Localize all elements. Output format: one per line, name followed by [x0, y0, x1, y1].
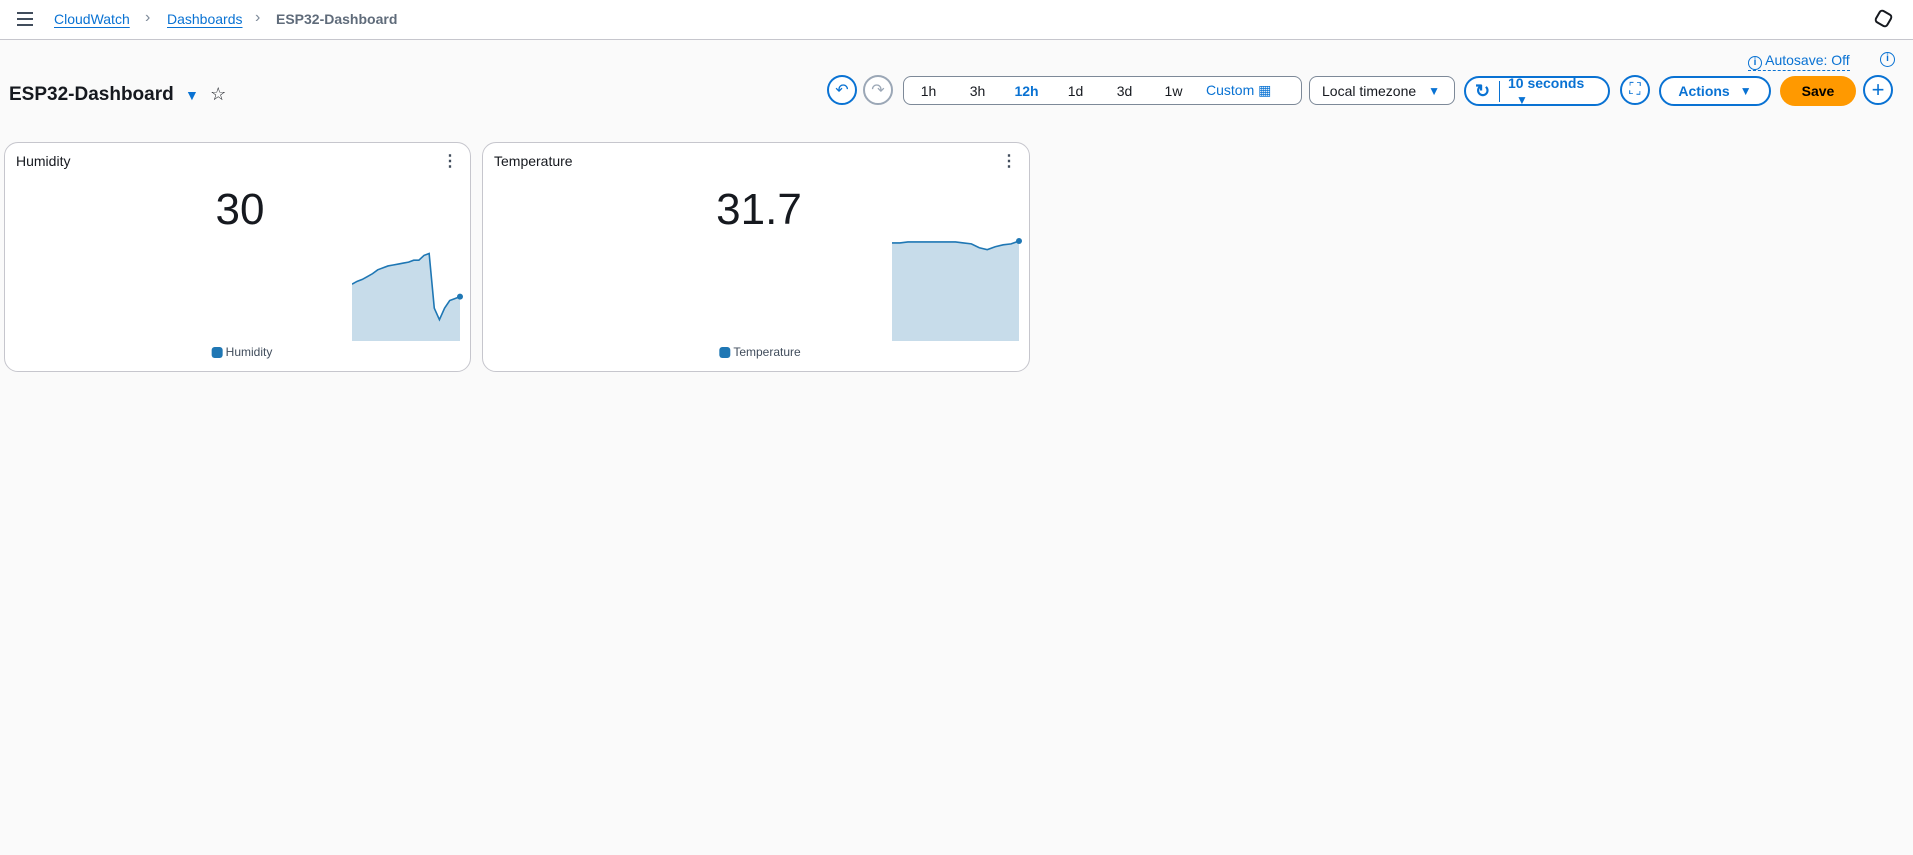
breadcrumb-cloudwatch[interactable]: CloudWatch [54, 11, 130, 27]
more-options-icon[interactable]: ⋮ [1001, 151, 1017, 171]
info-icon[interactable]: i [1880, 52, 1895, 67]
star-icon[interactable]: ☆ [210, 84, 226, 104]
top-navigation: CloudWatch › Dashboards › ESP32-Dashboar… [0, 0, 1913, 40]
calendar-icon: ▦ [1258, 82, 1272, 98]
more-options-icon[interactable]: ⋮ [442, 151, 458, 171]
range-3d[interactable]: 3d [1100, 83, 1149, 99]
page-title: ESP32-Dashboard ▼ ☆ [9, 84, 226, 106]
caret-down-icon: ▼ [1739, 84, 1752, 98]
autosave-label: Autosave: Off [1765, 52, 1850, 68]
refresh-interval-select[interactable]: 10 seconds ▼ [1500, 75, 1608, 107]
widget-title: Temperature [494, 153, 573, 169]
sparkline-area [892, 241, 1019, 341]
range-custom[interactable]: Custom ▦ [1198, 82, 1271, 99]
info-icon: i [1748, 56, 1762, 70]
redo-button[interactable]: ↷ [863, 75, 893, 105]
legend-item[interactable]: Humidity [211, 345, 273, 359]
widget-value: 31.7 [716, 185, 802, 234]
timezone-label: Local timezone [1322, 82, 1417, 99]
autosave-toggle[interactable]: i Autosave: Off [1748, 52, 1850, 71]
chevron-right-icon: › [255, 9, 261, 26]
widget-humidity: Humidity ⋮ 30 Humidity [4, 142, 471, 372]
breadcrumb-current: ESP32-Dashboard [276, 11, 398, 27]
actions-button[interactable]: Actions ▼ [1659, 76, 1771, 106]
caret-down-icon[interactable]: ▼ [185, 87, 199, 103]
breadcrumb-link[interactable]: CloudWatch [54, 11, 130, 27]
menu-icon[interactable] [17, 12, 33, 26]
sparkline-temperature [892, 238, 1022, 341]
legend-swatch [719, 346, 731, 358]
legend-swatch [211, 346, 223, 358]
sparkline-area [352, 253, 460, 341]
range-12h[interactable]: 12h [1002, 83, 1051, 99]
legend-label: Temperature [733, 345, 801, 359]
caret-down-icon: ▼ [1515, 93, 1528, 107]
refresh-icon[interactable]: ↻ [1466, 80, 1500, 102]
fullscreen-button[interactable]: ⛶ [1620, 75, 1650, 105]
range-1h[interactable]: 1h [904, 83, 953, 99]
save-button[interactable]: Save [1780, 76, 1856, 106]
range-1w[interactable]: 1w [1149, 83, 1198, 99]
breadcrumb-dashboards[interactable]: Dashboards [167, 11, 243, 27]
dashboard-name: ESP32-Dashboard [9, 84, 174, 105]
sparkline-humidity [352, 252, 463, 341]
range-3h[interactable]: 3h [953, 83, 1002, 99]
caret-down-icon: ▼ [1428, 83, 1441, 98]
sparkline-last-point [1016, 238, 1022, 244]
sparkline-last-point [457, 293, 463, 300]
add-widget-button[interactable]: + [1863, 75, 1893, 105]
legend-label: Humidity [225, 345, 273, 359]
actions-label: Actions [1678, 83, 1730, 99]
settings-hex-icon[interactable] [1873, 8, 1894, 29]
range-1d[interactable]: 1d [1051, 83, 1100, 99]
legend-item[interactable]: Temperature [719, 345, 801, 359]
custom-label: Custom [1206, 82, 1255, 98]
chevron-right-icon: › [145, 9, 151, 26]
timezone-select[interactable]: Local timezone ▼ [1309, 76, 1455, 105]
widget-value: 30 [215, 185, 265, 234]
time-range-selector: 1h 3h 12h 1d 3d 1w Custom ▦ [903, 76, 1302, 105]
widget-title: Humidity [16, 153, 71, 169]
breadcrumb-link[interactable]: Dashboards [167, 11, 243, 27]
undo-button[interactable]: ↶ [827, 75, 857, 105]
widget-temperature: Temperature ⋮ 31.7 Temperature [482, 142, 1030, 372]
refresh-control: ↻ 10 seconds ▼ [1464, 75, 1610, 107]
refresh-interval-label: 10 seconds [1507, 75, 1585, 91]
